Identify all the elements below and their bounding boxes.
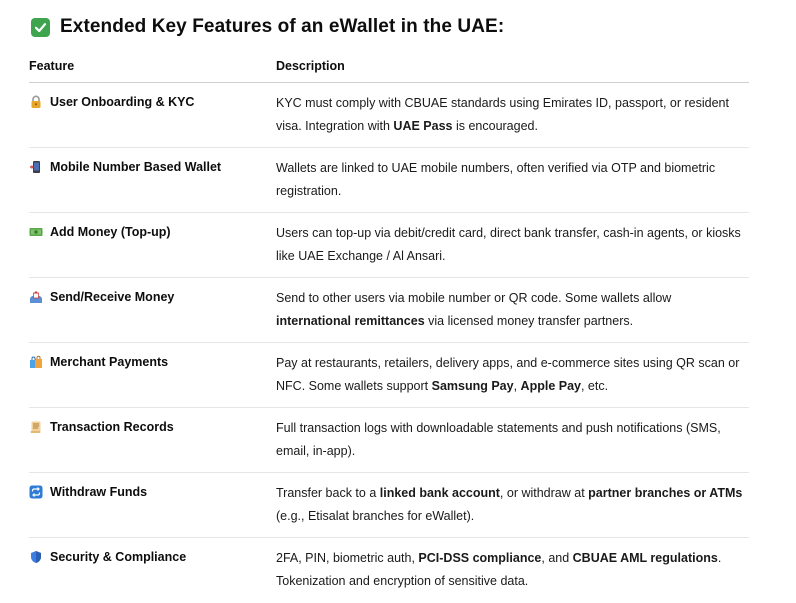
money-icon bbox=[29, 225, 43, 239]
header-description: Description bbox=[276, 50, 749, 83]
description-emphasis: Apple Pay bbox=[520, 379, 581, 393]
description-emphasis: UAE Pass bbox=[393, 119, 453, 133]
lock-icon bbox=[29, 95, 43, 109]
feature-label: Add Money (Top-up) bbox=[50, 225, 171, 239]
description-text: Users can top-up via debit/credit card, … bbox=[276, 226, 741, 263]
table-row: Transaction Records Full transaction logs… bbox=[29, 407, 749, 473]
description-emphasis: linked bank account bbox=[379, 486, 500, 500]
feature-label: User Onboarding & KYC bbox=[50, 95, 195, 109]
description-text: Full transaction logs with downloadable … bbox=[276, 421, 721, 458]
description-text: via licensed money transfer partners. bbox=[424, 314, 634, 328]
heading-title: Extended Key Features of an eWallet in t… bbox=[60, 16, 505, 37]
description-cell: Users can top-up via debit/credit card, … bbox=[276, 212, 749, 278]
feature-label: Mobile Number Based Wallet bbox=[50, 160, 222, 174]
feature-cell: User Onboarding & KYC bbox=[29, 83, 276, 148]
feature-cell: Transaction Records bbox=[29, 407, 276, 473]
feature-cell: Mobile Number Based Wallet bbox=[29, 147, 276, 213]
description-cell: KYC must comply with CBUAE standards usi… bbox=[276, 83, 749, 148]
description-cell: Wallets are linked to UAE mobile numbers… bbox=[276, 147, 749, 213]
description-emphasis: international remittances bbox=[276, 314, 425, 328]
feature-cell: Merchant Payments bbox=[29, 342, 276, 408]
description-emphasis: Samsung Pay bbox=[431, 379, 514, 393]
feature-label: Transaction Records bbox=[50, 420, 174, 434]
description-text: Send to other users via mobile number or… bbox=[276, 291, 672, 305]
feature-cell: Send/Receive Money bbox=[29, 277, 276, 343]
page-heading: Extended Key Features of an eWallet in t… bbox=[31, 16, 504, 38]
description-text: (e.g., Etisalat branches for eWallet). bbox=[276, 509, 475, 523]
table-row: Send/Receive Money Send to other users vi… bbox=[29, 277, 749, 343]
description-emphasis: PCI-DSS compliance bbox=[418, 551, 542, 565]
description-text: , bbox=[513, 379, 521, 393]
table-row: Mobile Number Based Wallet Wallets are li… bbox=[29, 147, 749, 213]
table-row: Merchant Payments Pay at restaurants, ret… bbox=[29, 342, 749, 408]
description-cell: Send to other users via mobile number or… bbox=[276, 277, 749, 343]
description-cell: Pay at restaurants, retailers, delivery … bbox=[276, 342, 749, 408]
description-emphasis: CBUAE AML regulations bbox=[572, 551, 718, 565]
feature-cell: Add Money (Top-up) bbox=[29, 212, 276, 278]
mobile-phone-icon bbox=[29, 160, 43, 174]
repeat-arrows-icon bbox=[29, 485, 43, 499]
feature-label: Send/Receive Money bbox=[50, 290, 175, 304]
feature-label: Withdraw Funds bbox=[50, 485, 148, 499]
description-text: , and bbox=[541, 551, 573, 565]
table-row: Withdraw Funds Transfer back to a linked … bbox=[29, 472, 749, 538]
shopping-bags-icon bbox=[29, 355, 43, 369]
table-row: User Onboarding & KYC KYC must comply wit… bbox=[29, 83, 749, 148]
description-text: is encouraged. bbox=[452, 119, 538, 133]
shield-icon bbox=[29, 550, 43, 564]
table-row: Add Money (Top-up) Users can top-up via d… bbox=[29, 212, 749, 278]
features-table: Feature Description User Onboarding & KY… bbox=[29, 50, 749, 603]
description-text: Transfer back to a bbox=[276, 486, 380, 500]
feature-label: Merchant Payments bbox=[50, 355, 169, 369]
check-mark-icon bbox=[31, 17, 50, 37]
header-feature: Feature bbox=[29, 50, 276, 83]
description-cell: Full transaction logs with downloadable … bbox=[276, 407, 749, 473]
table-header-row: Feature Description bbox=[29, 50, 749, 83]
feature-cell: Withdraw Funds bbox=[29, 472, 276, 538]
description-text: 2FA, PIN, biometric auth, bbox=[276, 551, 419, 565]
description-text: , etc. bbox=[580, 379, 609, 393]
feature-label: Security & Compliance bbox=[50, 550, 187, 564]
scroll-icon bbox=[29, 420, 43, 434]
description-text: , or withdraw at bbox=[499, 486, 589, 500]
description-text: Wallets are linked to UAE mobile numbers… bbox=[276, 161, 716, 198]
description-cell: Transfer back to a linked bank account, … bbox=[276, 472, 749, 538]
outbox-tray-icon bbox=[29, 290, 43, 304]
description-emphasis: partner branches or ATMs bbox=[588, 486, 743, 500]
